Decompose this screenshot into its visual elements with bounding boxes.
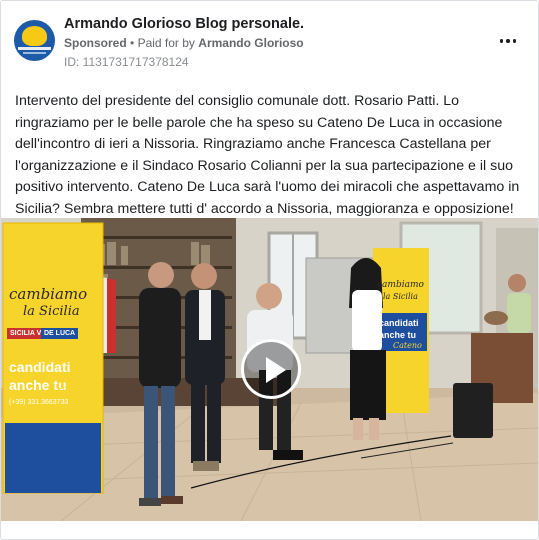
- paid-for-prefix: Paid for by: [137, 36, 195, 50]
- page-avatar[interactable]: [14, 20, 55, 61]
- banner-left-signature: Cateno: [57, 378, 101, 392]
- more-dot: [512, 39, 517, 43]
- paid-for-name: Armando Glorioso: [198, 36, 304, 50]
- avatar-logo-band: [18, 47, 51, 50]
- more-options-icon[interactable]: [494, 31, 522, 51]
- banner-right-candidati: candidati: [379, 318, 419, 328]
- sponsored-label[interactable]: Sponsored: [64, 36, 127, 50]
- banner-right-cambiamo: cambiamo: [377, 280, 424, 290]
- banner-left-badge-de-luca: DE LUCA: [41, 328, 79, 339]
- avatar-logo-shape: [22, 26, 47, 46]
- banner-left-cambiamo: cambiamo: [9, 285, 88, 303]
- banner-left-phone: (+39) 331.3663733: [9, 399, 69, 406]
- play-icon[interactable]: [241, 339, 301, 399]
- ad-id-label: ID: 1131731717378124: [64, 55, 189, 69]
- play-triangle: [266, 357, 286, 383]
- banner-left-candidati: candidati: [9, 359, 71, 375]
- video-thumbnail[interactable]: cambiamo la Sicilia SICILIA VERA DE LUCA…: [1, 218, 538, 521]
- avatar-logo-band-small: [23, 52, 46, 54]
- more-dot: [506, 39, 510, 43]
- banner-left-la-sicilia: la Sicilia: [23, 304, 80, 319]
- post-text: Intervento del presidente del consiglio …: [15, 93, 520, 217]
- page-name-link[interactable]: Armando Glorioso Blog personale.: [64, 16, 304, 32]
- sponsored-post-card: Armando Glorioso Blog personale. Sponsor…: [0, 0, 539, 540]
- sponsored-meta-line: Sponsored • Paid for by Armando Glorioso: [64, 36, 304, 50]
- meta-separator: •: [130, 36, 135, 50]
- banner-right-la-sicilia: la Sicilia: [383, 292, 418, 301]
- banner-right-signature: Cateno: [393, 341, 422, 350]
- more-dot: [499, 39, 504, 43]
- post-header: Armando Glorioso Blog personale. Sponsor…: [1, 1, 538, 81]
- banner-right-anche-tu: anche tu: [379, 330, 417, 340]
